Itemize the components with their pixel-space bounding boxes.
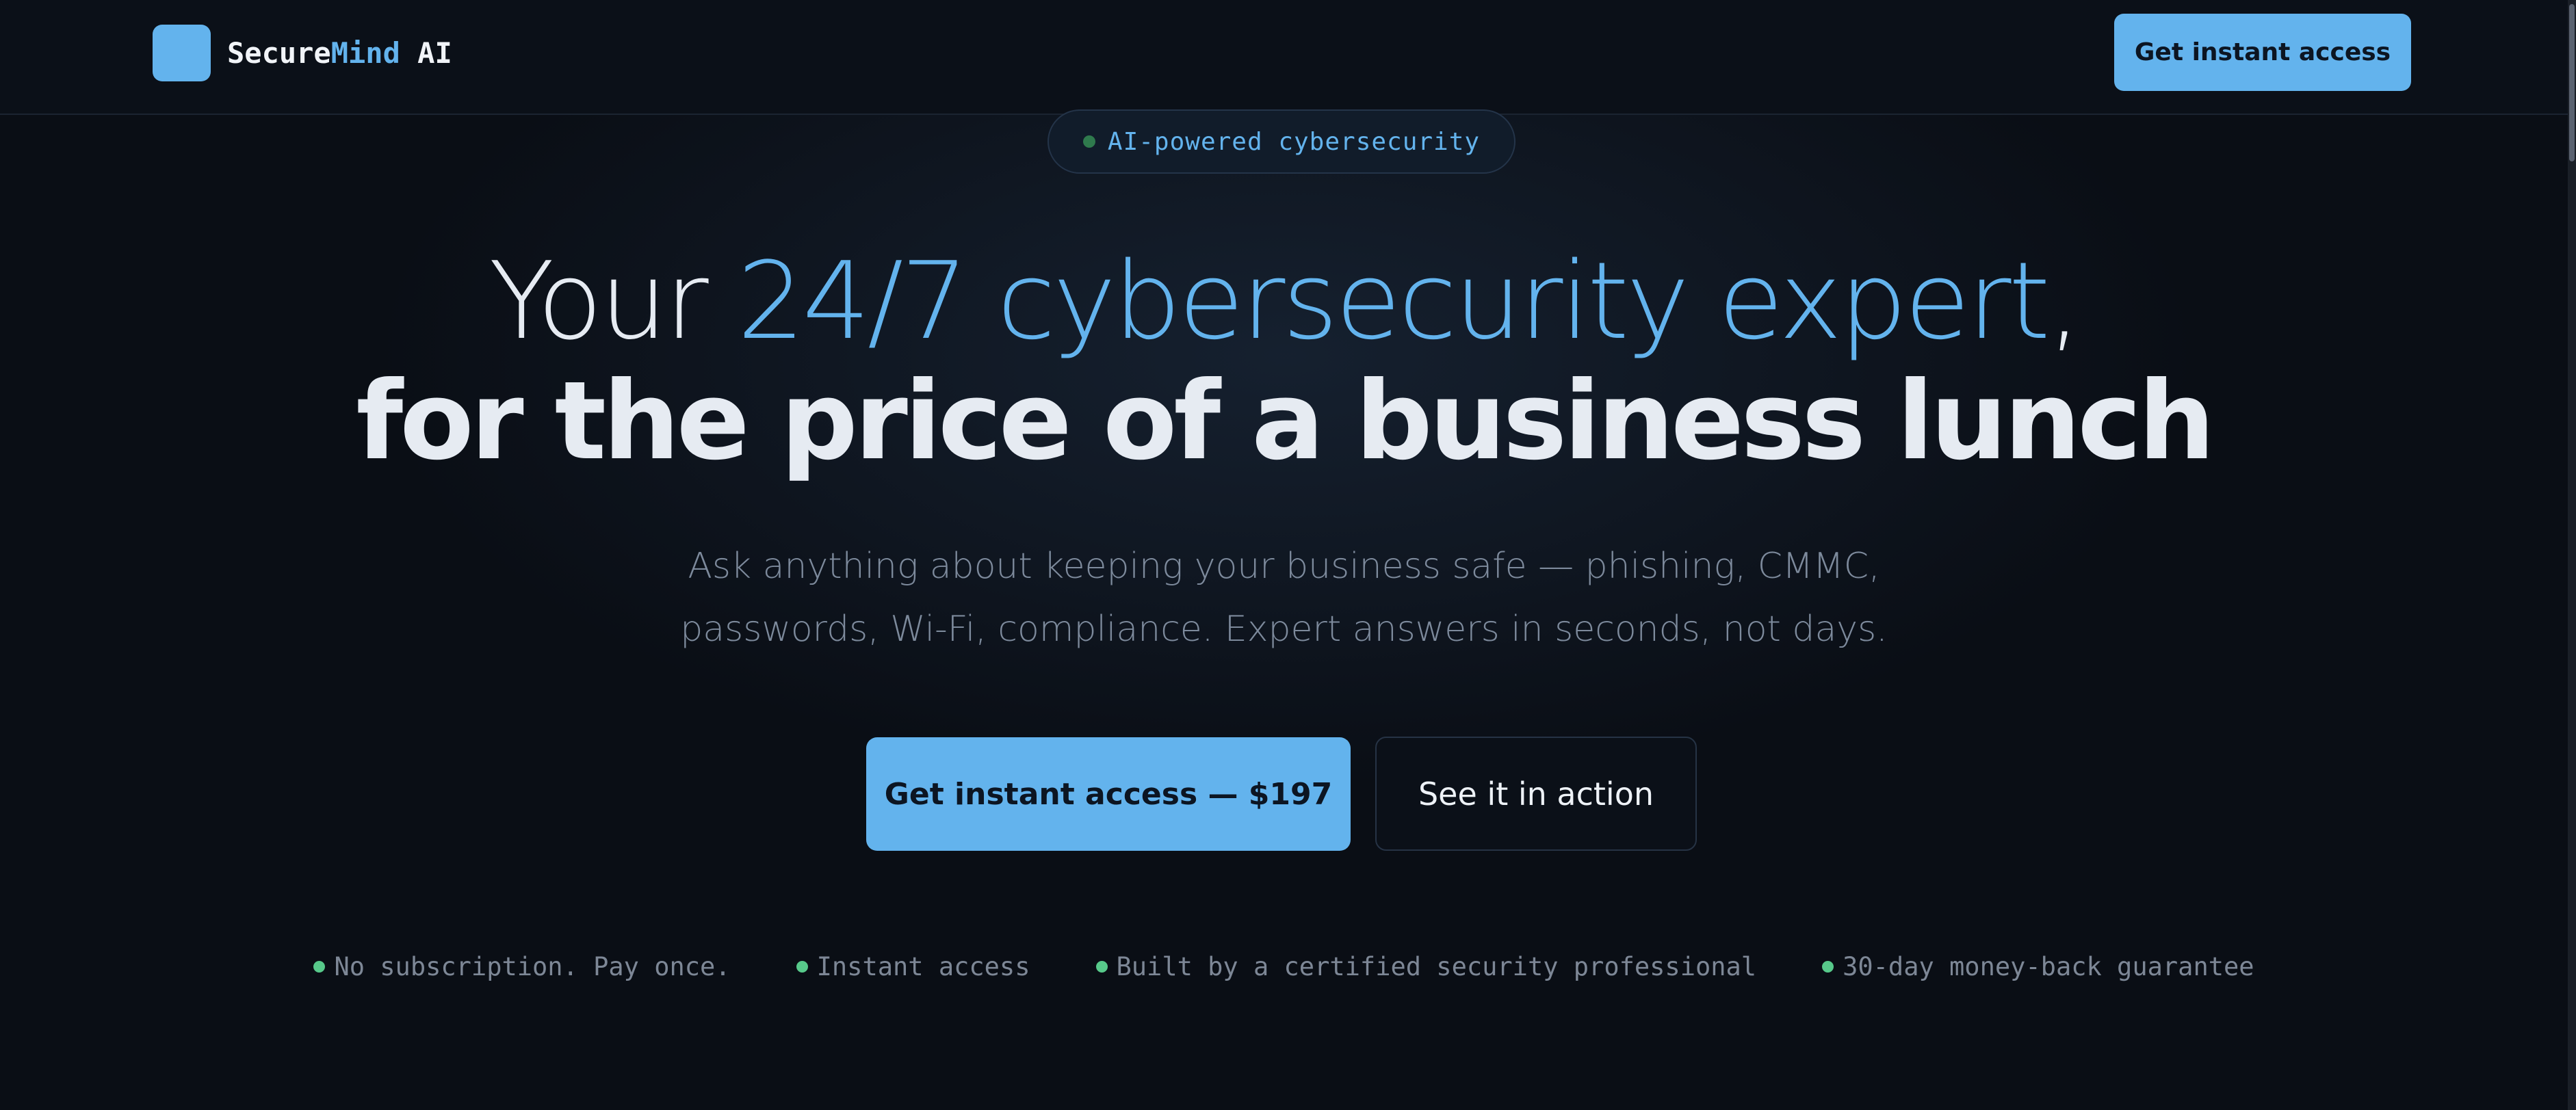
top-nav: SecureMind AI Get instant access <box>0 0 2568 115</box>
trust-item-label: 30-day money-back guarantee <box>1843 952 2254 981</box>
landing-page: SecureMind AI Get instant access AI-powe… <box>0 0 2576 1110</box>
brand-name-part2: Mind <box>330 36 400 70</box>
subtitle-line2: passwords, Wi-Fi, compliance. Expert ans… <box>680 609 1888 650</box>
scrollbar-thumb[interactable] <box>2569 4 2575 161</box>
green-dot-icon <box>1822 961 1834 973</box>
green-dot-icon <box>796 961 808 973</box>
brand-name: SecureMind AI <box>227 36 452 70</box>
trust-item: 30-day money-back guarantee <box>1822 952 2254 981</box>
badge-label: AI-powered cybersecurity <box>1107 127 1481 156</box>
trust-item-label: Instant access <box>816 952 1030 981</box>
green-dot-icon <box>1095 961 1108 973</box>
status-dot-icon <box>1082 135 1095 148</box>
trust-item-label: Built by a certified security profession… <box>1116 952 1757 981</box>
green-dot-icon <box>313 961 326 973</box>
hero-subtitle: Ask anything about keeping your business… <box>0 535 2568 661</box>
brand-name-part1: Secure <box>227 36 331 70</box>
logo-icon <box>153 25 211 81</box>
hero-headline: Your 24/7 cybersecurity expert, for the … <box>0 241 2568 481</box>
brand-logo-link[interactable]: SecureMind AI <box>153 25 452 81</box>
brand-name-part3: AI <box>400 36 452 70</box>
headline-suffix: , <box>2047 239 2082 363</box>
trust-item: Built by a certified security profession… <box>1095 952 1757 981</box>
headline-line1: Your 24/7 cybersecurity expert, <box>0 241 2568 361</box>
feature-badge: AI-powered cybersecurity <box>1048 109 1515 174</box>
trust-list: No subscription. Pay once. Instant acces… <box>0 952 2568 981</box>
nav-get-access-button[interactable]: Get instant access <box>2114 14 2411 91</box>
headline-prefix: Your <box>489 239 738 363</box>
headline-accent: 24/7 cybersecurity expert <box>737 239 2050 363</box>
page-scrollbar[interactable] <box>2568 0 2576 1110</box>
see-in-action-button[interactable]: See it in action <box>1375 737 1697 851</box>
trust-item: Instant access <box>796 952 1030 981</box>
get-access-button[interactable]: Get instant access — $197 <box>866 737 1351 851</box>
headline-line2: for the price of a business lunch <box>356 358 2215 484</box>
subtitle-line1: Ask anything about keeping your business… <box>688 546 1880 587</box>
trust-item: No subscription. Pay once. <box>313 952 731 981</box>
trust-item-label: No subscription. Pay once. <box>334 952 731 981</box>
